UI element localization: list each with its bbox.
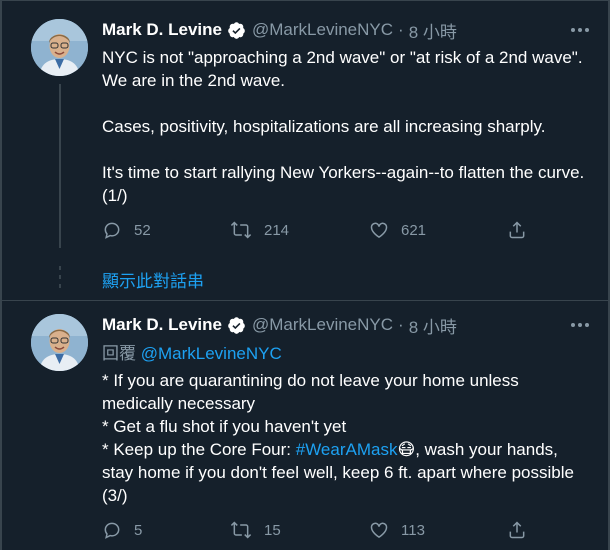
tweet-time[interactable]: 8 小時	[409, 18, 457, 43]
retweet-button[interactable]: 15	[230, 518, 281, 542]
reply-count: 5	[134, 521, 143, 539]
like-count: 621	[401, 221, 427, 239]
thread-gap-dots	[59, 266, 61, 288]
avatar[interactable]	[31, 19, 88, 76]
retweet-icon	[230, 221, 252, 239]
retweet-icon	[230, 521, 252, 539]
tweet-divider	[2, 300, 608, 301]
header-separator: ·	[398, 315, 404, 334]
reply-to-label: 回覆	[102, 344, 136, 363]
like-icon	[370, 222, 388, 238]
retweet-count: 15	[264, 521, 281, 539]
author-name[interactable]: Mark D. Levine	[102, 20, 222, 40]
tweet-time[interactable]: 8 小時	[409, 313, 457, 338]
tweet-header: Mark D. Levine @MarkLevineNYC · 8 小時	[102, 313, 457, 338]
retweet-button[interactable]: 214	[230, 218, 289, 242]
author-handle[interactable]: @MarkLevineNYC	[252, 20, 393, 40]
frame-left-border	[0, 0, 2, 550]
reply-icon	[104, 522, 120, 539]
tweet-actions: 52 214 621	[102, 218, 532, 242]
like-count: 113	[401, 521, 425, 539]
header-separator: ·	[398, 20, 404, 39]
show-thread-link[interactable]: 顯示此對話串	[102, 267, 204, 292]
tweet-actions: 5 15 113	[102, 518, 532, 542]
verified-badge-icon	[227, 21, 246, 40]
share-button[interactable]	[507, 218, 539, 242]
like-button[interactable]: 113	[369, 518, 425, 542]
share-button[interactable]	[507, 518, 539, 542]
more-icon[interactable]	[571, 28, 589, 32]
tweet-text: * If you are quarantining do not leave y…	[102, 369, 592, 507]
tweet-text: NYC is not "approaching a 2nd wave" or "…	[102, 48, 585, 205]
reply-count: 52	[134, 221, 151, 239]
reply-button[interactable]: 52	[102, 218, 151, 242]
more-icon[interactable]	[571, 323, 589, 327]
share-icon	[509, 521, 525, 539]
replying-to: 回覆 @MarkLevineNYC	[102, 343, 282, 365]
reply-icon	[104, 222, 120, 239]
like-button[interactable]: 621	[369, 218, 426, 242]
author-handle[interactable]: @MarkLevineNYC	[252, 315, 393, 335]
author-name[interactable]: Mark D. Levine	[102, 315, 222, 335]
tweet-header: Mark D. Levine @MarkLevineNYC · 8 小時	[102, 18, 457, 43]
like-icon	[370, 522, 388, 538]
mask-emoji: 😷	[397, 440, 416, 459]
reply-button[interactable]: 5	[102, 518, 142, 542]
verified-badge-icon	[227, 316, 246, 335]
retweet-count: 214	[264, 221, 290, 239]
thread-connector-line	[59, 84, 61, 248]
frame-top-border	[0, 0, 610, 1]
reply-to-handle[interactable]: @MarkLevineNYC	[141, 344, 282, 363]
share-icon	[509, 221, 525, 239]
hashtag-link[interactable]: #WearAMask	[296, 440, 398, 459]
avatar[interactable]	[31, 314, 88, 371]
